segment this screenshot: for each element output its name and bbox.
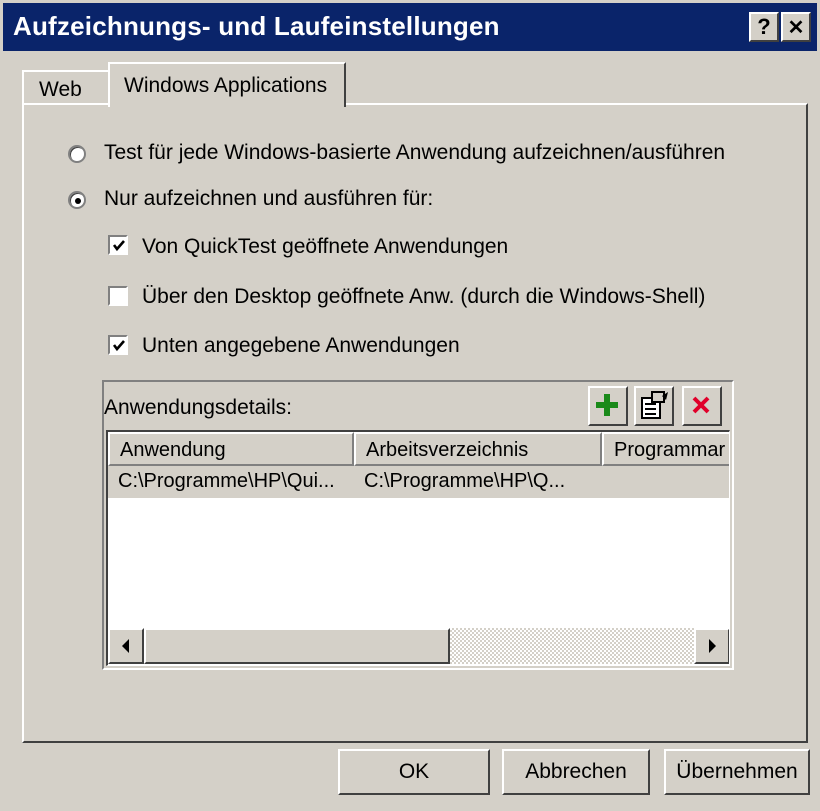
scroll-left-button[interactable] [108, 628, 144, 664]
column-header-label: Arbeitsverzeichnis [366, 439, 529, 461]
scroll-track[interactable] [450, 628, 694, 664]
column-header-working-dir[interactable]: Arbeitsverzeichnis [354, 432, 602, 466]
table-row[interactable]: C:\Programme\HP\Qui... C:\Programme\HP\Q… [108, 466, 729, 498]
checkbox-specified-apps[interactable] [108, 335, 128, 355]
title-bar[interactable]: Aufzeichnungs- und Laufeinstellungen ? ✕ [3, 3, 817, 51]
scroll-right-button[interactable] [694, 628, 729, 664]
tab-web-label: Web [39, 78, 82, 101]
radio-all-applications[interactable] [68, 145, 86, 163]
properties-icon [641, 391, 668, 419]
radio-dot-icon [75, 198, 81, 204]
delete-icon [692, 396, 710, 414]
arrow-left-icon [122, 639, 129, 653]
ok-button[interactable]: OK [338, 749, 490, 795]
help-icon: ? [757, 14, 771, 39]
help-button[interactable]: ? [749, 12, 779, 42]
scroll-thumb[interactable] [144, 628, 450, 664]
column-header-program[interactable]: Programmar [602, 432, 729, 466]
cell-working-dir: C:\Programme\HP\Q... [364, 470, 566, 492]
settings-dialog: Aufzeichnungs- und Laufeinstellungen ? ✕… [0, 0, 820, 811]
apply-button[interactable]: Übernehmen [664, 749, 810, 795]
checkbox-quicktest-label: Von QuickTest geöffnete Anwendungen [142, 235, 509, 258]
radio-all-label: Test für jede Windows-basierte Anwendung… [104, 141, 726, 164]
column-header-application[interactable]: Anwendung [108, 432, 354, 466]
column-header-label: Programmar [614, 439, 726, 461]
checkbox-desktop-apps[interactable] [108, 286, 128, 306]
checkmark-icon [112, 240, 125, 252]
window-title: Aufzeichnungs- und Laufeinstellungen [13, 11, 500, 41]
checkbox-quicktest-apps[interactable] [108, 235, 128, 255]
cell-application: C:\Programme\HP\Qui... [118, 470, 335, 492]
tab-windows-applications[interactable]: Windows Applications [108, 62, 346, 107]
tab-windows-applications-label: Windows Applications [124, 74, 328, 97]
checkmark-icon [112, 340, 125, 352]
cancel-button[interactable]: Abbrechen [502, 749, 650, 795]
application-list[interactable]: Anwendung Arbeitsverzeichnis Programmar … [106, 430, 730, 666]
arrow-right-icon [709, 639, 716, 653]
close-icon: ✕ [787, 17, 805, 39]
checkbox-desktop-label: Über den Desktop geöffnete Anw. (durch d… [142, 285, 706, 308]
radio-only-label: Nur aufzeichnen und ausführen für: [104, 187, 434, 210]
edit-application-button[interactable] [634, 386, 674, 426]
add-icon [596, 394, 618, 416]
horizontal-scrollbar[interactable] [108, 628, 729, 664]
column-header-label: Anwendung [120, 439, 226, 461]
tab-web[interactable]: Web [22, 70, 110, 106]
add-application-button[interactable] [588, 386, 628, 426]
close-button[interactable]: ✕ [781, 12, 811, 42]
checkbox-specified-label: Unten angegebene Anwendungen [142, 334, 460, 357]
application-details-label: Anwendungsdetails: [104, 396, 292, 419]
radio-only-selected[interactable] [68, 191, 86, 209]
delete-application-button[interactable] [682, 386, 722, 426]
